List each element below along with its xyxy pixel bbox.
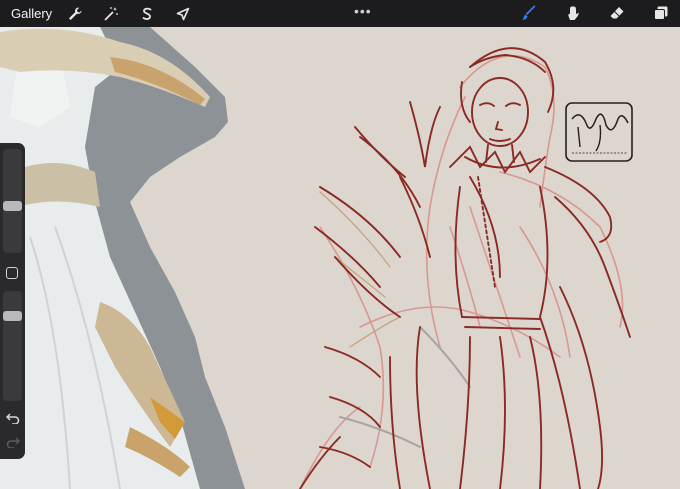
redo-icon	[6, 437, 20, 448]
undo-button[interactable]	[4, 411, 21, 425]
eraser-icon[interactable]	[606, 2, 628, 24]
redo-button[interactable]	[4, 435, 21, 449]
side-controls	[0, 143, 25, 459]
undo-icon	[5, 413, 19, 424]
opacity-slider[interactable]	[3, 291, 22, 401]
drawing-canvas[interactable]	[0, 27, 680, 489]
tool-selector	[518, 2, 672, 24]
modify-button[interactable]	[6, 267, 18, 279]
magic-wand-icon[interactable]	[100, 3, 122, 25]
brush-size-handle[interactable]	[3, 200, 22, 211]
gallery-button[interactable]: Gallery	[11, 6, 52, 21]
transform-arrow-icon[interactable]	[172, 3, 194, 25]
toolbar: Gallery •••	[0, 0, 680, 27]
layers-icon[interactable]	[650, 2, 672, 24]
more-options-button[interactable]: •••	[354, 3, 372, 19]
selection-s-icon[interactable]	[136, 3, 158, 25]
smudge-icon[interactable]	[562, 2, 584, 24]
wrench-icon[interactable]	[64, 3, 86, 25]
brush-icon[interactable]	[518, 2, 540, 24]
opacity-handle[interactable]	[3, 311, 22, 321]
